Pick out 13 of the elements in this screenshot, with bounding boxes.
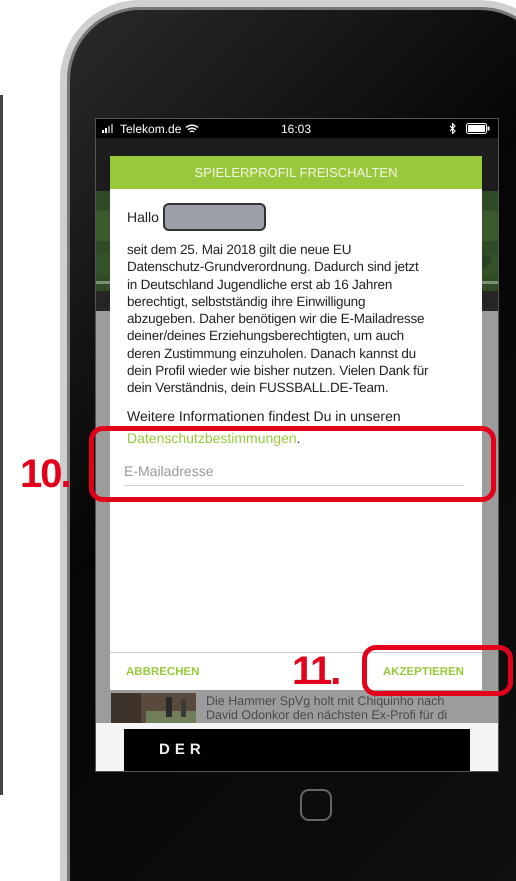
status-time: 16:03 xyxy=(280,122,312,136)
ad-banner[interactable]: DER xyxy=(124,729,470,771)
info-text: Weitere Informationen findest Du in unseren Datenschutzbestimmungen. xyxy=(127,406,402,448)
carrier-name: Telekom.de xyxy=(120,122,182,136)
privacy-link[interactable]: Datenschutzbestimmungen xyxy=(127,430,297,446)
step-number: 10. xyxy=(20,452,70,497)
ad-text: DER xyxy=(159,741,206,758)
step-number: 11. xyxy=(292,649,340,694)
news-headline-line[interactable]: David Odonkor den nächsten Ex-Profi für di xyxy=(206,708,448,722)
news-headline-line[interactable]: Die Hammer SpVg holt mit Chiquinho nach xyxy=(206,694,448,708)
body-text: seit dem 25. Mai 2018 gilt die neue EU Datenschutz-Grundverordnung. Dadurch sind jetzt in Deutschland Jugendliche erst ab 16 Jahren berechtigt, selbstständig ihre Einwilligung abzugeben. Daher benötigen wir die E-Mailadresse deiner/deines Erziehungsberechtigten, um auch deren Zustimmung einzuholen. Danach kannst du dein Profil wieder wie bisher nutzen. Vielen Dank für dein Verständnis, dein FUSSBALL.DE-Team. xyxy=(127,241,430,397)
dialog-title: SPIELERPROFIL FREISCHALTEN xyxy=(110,156,482,189)
greeting-text: Hallo xyxy=(127,209,159,225)
